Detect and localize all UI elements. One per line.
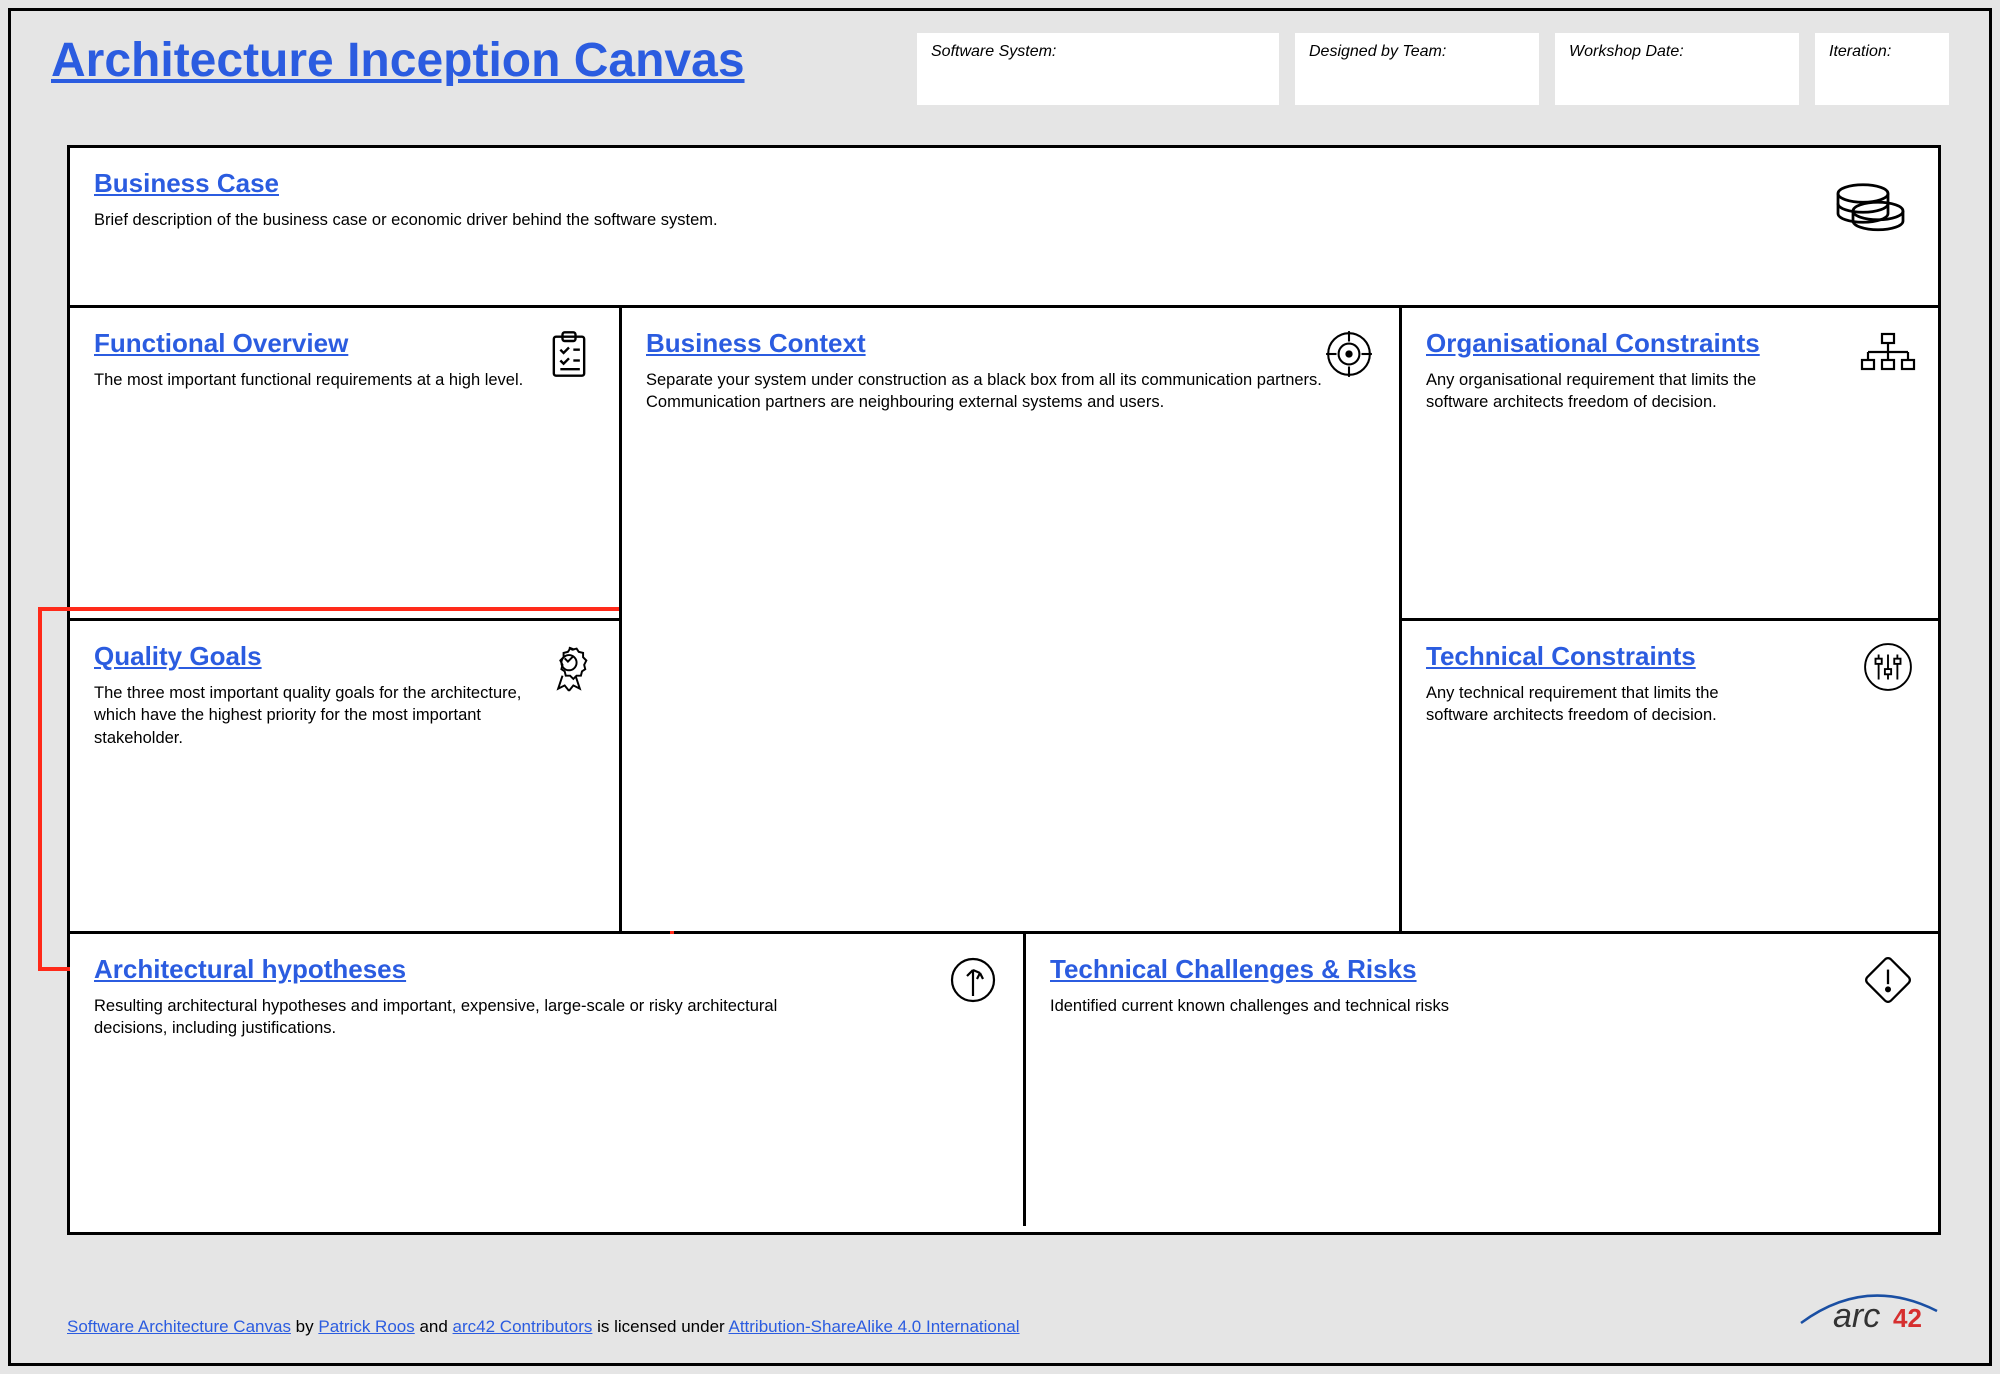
functional-overview-desc: The most important functional requiremen… <box>94 369 545 391</box>
section-business-context: Business Context Separate your system un… <box>619 308 1402 931</box>
technical-constraints-title[interactable]: Technical Constraints <box>1426 641 1914 672</box>
footer-licensed: is licensed under <box>592 1317 728 1336</box>
canvas-grid: Business Case Brief description of the b… <box>67 145 1941 1235</box>
col-right: Organisational Constraints Any organisat… <box>1402 308 1938 931</box>
footer-by: by <box>291 1317 318 1336</box>
section-functional-overview: Functional Overview The most important f… <box>70 308 619 621</box>
meta-software-system[interactable]: Software System: <box>917 33 1279 105</box>
arc42-logo-arc: arc <box>1833 1297 1880 1335</box>
functional-overview-title[interactable]: Functional Overview <box>94 328 595 359</box>
technical-constraints-desc: Any technical requirement that limits th… <box>1426 682 1768 727</box>
section-organisational-constraints: Organisational Constraints Any organisat… <box>1402 308 1938 621</box>
footer-link-canvas[interactable]: Software Architecture Canvas <box>67 1317 291 1336</box>
row-bottom: Architectural hypotheses Resulting archi… <box>70 934 1938 1226</box>
footer-link-author[interactable]: Patrick Roos <box>318 1317 414 1336</box>
footer: Software Architecture Canvas by Patrick … <box>67 1281 1941 1337</box>
meta-iteration-label: Iteration: <box>1829 43 1935 61</box>
meta-workshop-date[interactable]: Workshop Date: <box>1555 33 1799 105</box>
footer-and: and <box>415 1317 453 1336</box>
section-technical-constraints: Technical Constraints Any technical requ… <box>1402 621 1938 931</box>
meta-designed-by-team-label: Designed by Team: <box>1309 43 1525 61</box>
arc42-logo-42: 42 <box>1893 1303 1922 1333</box>
clipboard-checklist-icon <box>539 324 599 384</box>
meta-software-system-label: Software System: <box>931 43 1265 61</box>
footer-link-license[interactable]: Attribution-ShareAlike 4.0 International <box>728 1317 1019 1336</box>
footer-link-contributors[interactable]: arc42 Contributors <box>453 1317 593 1336</box>
section-technical-challenges-risks: Technical Challenges & Risks Identified … <box>1026 934 1938 1226</box>
coins-icon <box>1826 164 1910 248</box>
meta-workshop-date-label: Workshop Date: <box>1569 43 1785 61</box>
target-crosshair-icon <box>1319 324 1379 384</box>
section-quality-goals: Quality Goals The three most important q… <box>70 621 619 931</box>
meta-iteration[interactable]: Iteration: <box>1815 33 1949 105</box>
business-case-title[interactable]: Business Case <box>94 168 1914 199</box>
warning-diamond-icon <box>1858 950 1918 1010</box>
quality-goals-desc: The three most important quality goals f… <box>94 682 545 749</box>
award-badge-icon <box>539 637 599 697</box>
meta-designed-by-team[interactable]: Designed by Team: <box>1295 33 1539 105</box>
sliders-icon <box>1858 637 1918 697</box>
architectural-hypotheses-desc: Resulting architectural hypotheses and i… <box>94 995 800 1040</box>
architectural-hypotheses-title[interactable]: Architectural hypotheses <box>94 954 999 985</box>
section-architectural-hypotheses: Architectural hypotheses Resulting archi… <box>70 934 1026 1226</box>
mid-wrap: Functional Overview The most important f… <box>70 308 1938 934</box>
header-row: Architecture Inception Canvas Software S… <box>11 11 1989 115</box>
signpost-arrow-icon <box>943 950 1003 1010</box>
business-context-title[interactable]: Business Context <box>646 328 1375 359</box>
quality-goals-title[interactable]: Quality Goals <box>94 641 595 672</box>
business-context-desc: Separate your system under construction … <box>646 369 1331 414</box>
canvas-frame: Architecture Inception Canvas Software S… <box>8 8 1992 1366</box>
footer-attribution: Software Architecture Canvas by Patrick … <box>67 1317 1020 1337</box>
org-chart-icon <box>1858 324 1918 384</box>
organisational-constraints-desc: Any organisational requirement that limi… <box>1426 369 1768 414</box>
technical-challenges-desc: Identified current known challenges and … <box>1050 995 1724 1017</box>
section-business-case: Business Case Brief description of the b… <box>70 148 1938 308</box>
arc42-logo: arc 42 <box>1791 1281 1941 1337</box>
page-title[interactable]: Architecture Inception Canvas <box>51 33 901 88</box>
organisational-constraints-title[interactable]: Organisational Constraints <box>1426 328 1914 359</box>
business-case-desc: Brief description of the business case o… <box>94 209 1550 231</box>
col-left: Functional Overview The most important f… <box>70 308 619 931</box>
technical-challenges-title[interactable]: Technical Challenges & Risks <box>1050 954 1914 985</box>
